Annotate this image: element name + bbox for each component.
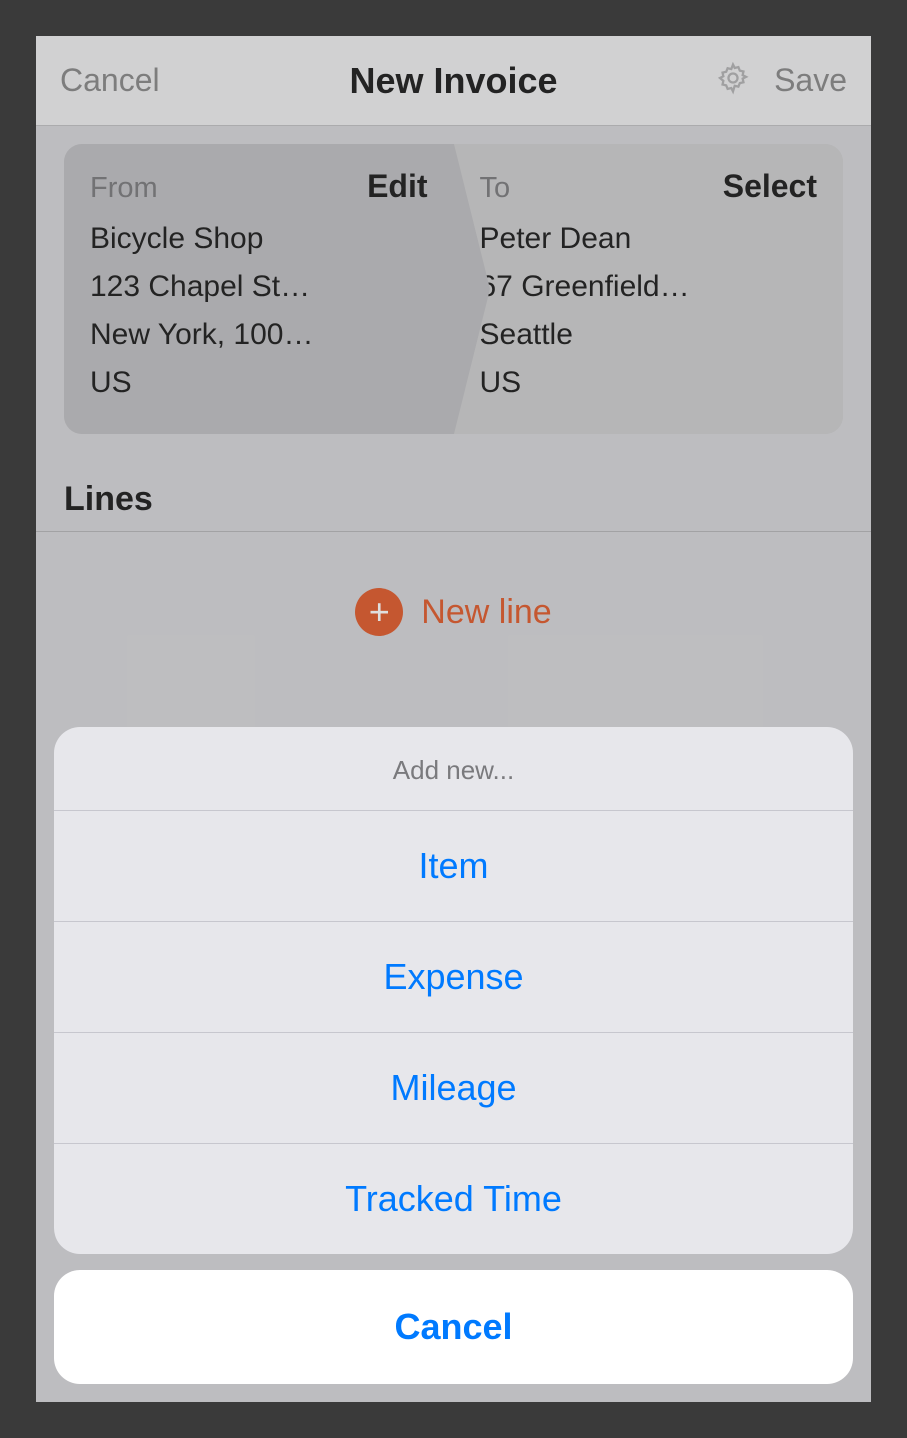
new-line-label: New line — [421, 593, 551, 632]
to-country: US — [480, 359, 818, 407]
address-card: From Edit Bicycle Shop 123 Chapel St… Ne… — [64, 144, 843, 434]
invoice-screen: Cancel New Invoice Save From Edit Bicycl… — [36, 36, 871, 1402]
option-expense[interactable]: Expense — [54, 922, 853, 1033]
gear-icon[interactable] — [716, 61, 750, 100]
cancel-button[interactable]: Cancel — [60, 62, 160, 99]
to-name: Peter Dean — [480, 215, 818, 263]
action-sheet-cancel-group: Cancel — [54, 1270, 853, 1384]
action-sheet: Add new... Item Expense Mileage Tracked … — [36, 727, 871, 1402]
panel-arrow-divider — [454, 144, 490, 434]
to-street: 67 Greenfield… — [480, 263, 818, 311]
from-city: New York, 100… — [90, 311, 428, 359]
action-sheet-title: Add new... — [54, 727, 853, 811]
option-item[interactable]: Item — [54, 811, 853, 922]
navigation-bar: Cancel New Invoice Save — [36, 36, 871, 126]
action-sheet-options-group: Add new... Item Expense Mileage Tracked … — [54, 727, 853, 1254]
from-name: Bicycle Shop — [90, 215, 428, 263]
from-panel[interactable]: From Edit Bicycle Shop 123 Chapel St… Ne… — [64, 144, 454, 434]
from-country: US — [90, 359, 428, 407]
page-title: New Invoice — [349, 60, 557, 102]
lines-section-title: Lines — [64, 480, 843, 519]
to-city: Seattle — [480, 311, 818, 359]
action-sheet-cancel-button[interactable]: Cancel — [54, 1270, 853, 1384]
option-mileage[interactable]: Mileage — [54, 1033, 853, 1144]
from-street: 123 Chapel St… — [90, 263, 428, 311]
header-right-group: Save — [716, 61, 847, 100]
plus-icon: + — [355, 588, 403, 636]
to-select-button[interactable]: Select — [723, 168, 817, 205]
save-button[interactable]: Save — [774, 62, 847, 99]
add-new-line-button[interactable]: + New line — [36, 532, 871, 636]
from-edit-button[interactable]: Edit — [367, 168, 427, 205]
option-tracked-time[interactable]: Tracked Time — [54, 1144, 853, 1254]
from-label: From — [90, 172, 158, 205]
to-panel[interactable]: To Select Peter Dean 67 Greenfield… Seat… — [454, 144, 844, 434]
